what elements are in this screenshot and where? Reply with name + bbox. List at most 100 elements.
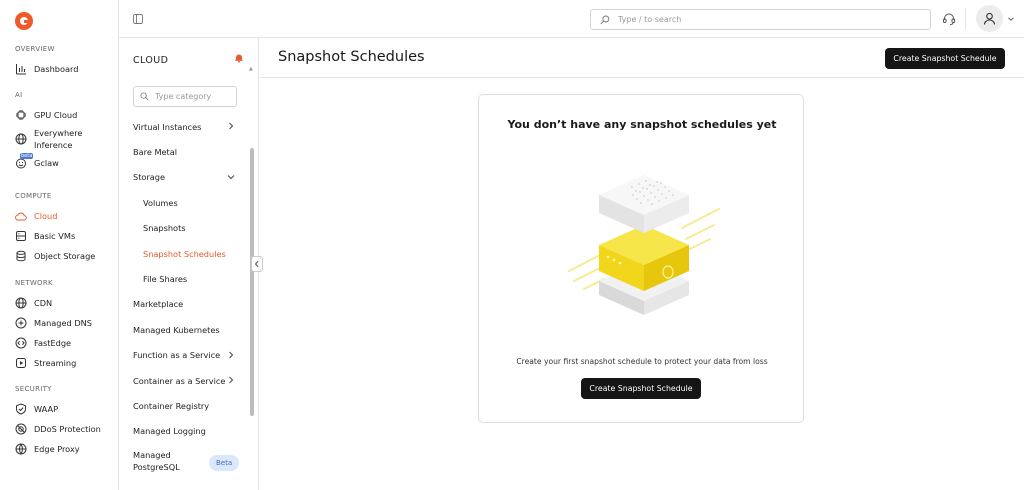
nav-section-security: SECURITY WAAP DDoS Protection Edge Proxy	[0, 384, 118, 459]
smiley-icon: beta	[15, 153, 34, 169]
subnav-item-label: Virtual Instances	[133, 121, 202, 132]
nav-item-label: Streaming	[34, 358, 77, 368]
top-bar	[119, 0, 1024, 38]
dns-icon	[15, 317, 27, 329]
nav-section-title: SECURITY	[15, 385, 52, 393]
nav-item-fastedge[interactable]: FastEdge	[0, 333, 118, 353]
nav-item-managed-dns[interactable]: Managed DNS	[0, 313, 118, 333]
subnav-item-snapshot-schedules[interactable]: Snapshot Schedules	[119, 241, 251, 266]
subnav-item-managed-kubernetes[interactable]: Managed Kubernetes	[119, 317, 251, 342]
chevron-down-icon	[227, 174, 235, 179]
nav-item-ddos-protection[interactable]: DDoS Protection	[0, 419, 118, 439]
nav-item-label: Object Storage	[34, 251, 96, 261]
nav-item-label: GPU Cloud	[34, 110, 78, 120]
subnav-item-function-as-a-service[interactable]: Function as a Service	[119, 343, 251, 368]
chip-icon	[15, 109, 27, 121]
subnav-scrollbar[interactable]	[250, 148, 254, 416]
subnav-item-virtual-instances[interactable]: Virtual Instances	[119, 114, 251, 139]
globe-icon	[15, 297, 27, 309]
create-snapshot-schedule-button[interactable]: Create Snapshot Schedule	[885, 48, 1005, 69]
subnav-item-snapshots[interactable]: Snapshots	[119, 216, 251, 241]
nav-item-gclaw[interactable]: beta Gclaw	[0, 153, 118, 173]
empty-state-title: You don’t have any snapshot schedules ye…	[507, 118, 777, 131]
subnav-item-container-as-a-service[interactable]: Container as a Service	[119, 368, 251, 393]
user-icon	[983, 12, 996, 25]
category-search-input[interactable]	[155, 92, 235, 101]
brand-logo[interactable]	[15, 12, 33, 30]
subnav-item-label: Bare Metal	[133, 147, 178, 158]
subnav-item-storage[interactable]: Storage	[119, 165, 251, 190]
nav-item-object-storage[interactable]: Object Storage	[0, 246, 118, 266]
nav-item-label: Gclaw	[34, 158, 59, 168]
sidebar-toggle-icon[interactable]	[133, 14, 143, 24]
user-avatar[interactable]	[976, 5, 1003, 32]
server-icon	[15, 230, 27, 242]
globe-icon	[15, 133, 27, 145]
nav-item-label: Managed DNS	[34, 318, 92, 328]
nav-item-streaming[interactable]: Streaming	[0, 353, 118, 373]
scroll-up-icon[interactable]: ▲	[249, 66, 255, 72]
nav-item-gpu-cloud[interactable]: GPU Cloud	[0, 105, 118, 125]
subnav-item-label: Snapshot Schedules	[143, 248, 226, 259]
nav-section-title: NETWORK	[15, 279, 53, 287]
subnav-item-label: Snapshots	[143, 223, 186, 234]
chevron-right-icon	[229, 376, 234, 384]
support-headset-icon[interactable]	[942, 12, 956, 26]
nav-section-network: NETWORK CDN Managed DNS FastEdge Streaming	[0, 278, 118, 373]
subnav-item-file-shares[interactable]: File Shares	[119, 266, 251, 291]
nav-section-title: AI	[15, 91, 23, 99]
shield-check-icon	[15, 403, 27, 415]
nav-item-everywhere-inference[interactable]: Everywhere Inference	[0, 125, 118, 153]
nav-item-edge-proxy[interactable]: Edge Proxy	[0, 439, 118, 459]
bell-icon[interactable]	[234, 53, 244, 63]
subnav-item-label: Managed Logging	[133, 426, 206, 437]
subnav-item-container-registry[interactable]: Container Registry	[119, 393, 251, 418]
topbar-divider	[965, 8, 966, 30]
chevron-down-icon[interactable]	[1007, 15, 1015, 23]
subnav-item-label: Marketplace	[133, 299, 184, 310]
nav-item-label: WAAP	[34, 404, 59, 414]
subnav-item-label: Container as a Service	[133, 375, 226, 386]
subnav-item-managed-logging[interactable]: Managed Logging	[119, 419, 251, 444]
subnav-item-volumes[interactable]: Volumes	[119, 190, 251, 215]
database-icon	[15, 250, 27, 262]
global-search-input[interactable]	[618, 15, 918, 24]
search-icon	[140, 92, 149, 101]
nav-item-label: Dashboard	[34, 64, 79, 74]
category-search[interactable]	[133, 86, 237, 107]
nav-item-label: FastEdge	[34, 338, 72, 348]
nav-item-label: Cloud	[34, 211, 58, 221]
nav-item-cloud[interactable]: Cloud	[0, 206, 118, 226]
page-header: Snapshot Schedules Create Snapshot Sched…	[260, 38, 1024, 78]
nav-item-waap[interactable]: WAAP	[0, 399, 118, 419]
nav-item-basic-vms[interactable]: Basic VMs	[0, 226, 118, 246]
chevron-left-icon	[254, 260, 259, 268]
nav-section-ai: AI GPU Cloud Everywhere Inference beta Gclaw	[0, 90, 118, 173]
play-icon	[15, 357, 27, 369]
chevron-right-icon	[229, 122, 234, 130]
empty-state-card: You don’t have any snapshot schedules ye…	[478, 94, 804, 423]
subnav-item-bare-metal[interactable]: Bare Metal	[119, 139, 251, 164]
subnav-item-label: Volumes	[143, 197, 178, 208]
empty-state-description: Create your first snapshot schedule to p…	[516, 357, 768, 366]
nav-item-label: Basic VMs	[34, 231, 76, 241]
create-snapshot-schedule-button[interactable]: Create Snapshot Schedule	[581, 378, 701, 399]
nav-section-title: COMPUTE	[15, 192, 52, 200]
nav-section-title: OVERVIEW	[15, 45, 55, 53]
nav-item-label: Edge Proxy	[34, 444, 80, 454]
subnav-item-managed-postgresql[interactable]: Managed PostgreSQL Beta	[119, 444, 251, 478]
cloud-subnav: CLOUD ▲ Virtual Instances Bare Metal Stora…	[119, 38, 259, 490]
subnav-item-label: Function as a Service	[133, 350, 221, 361]
code-icon	[15, 337, 27, 349]
cloud-icon	[15, 210, 27, 222]
nav-section-compute: COMPUTE Cloud Basic VMs Object Storage	[0, 191, 118, 266]
global-search[interactable]	[590, 9, 931, 30]
nav-item-dashboard[interactable]: Dashboard	[0, 59, 118, 79]
nav-section-overview: OVERVIEW Dashboard	[0, 44, 118, 79]
collapse-subnav-button[interactable]	[251, 256, 263, 272]
main-sidebar: OVERVIEW Dashboard AI GPU Cloud Everywhere I…	[0, 0, 119, 490]
subnav-item-marketplace[interactable]: Marketplace	[119, 292, 251, 317]
subnav-item-label: Container Registry	[133, 400, 210, 411]
subnav-item-label: Managed PostgreSQL	[133, 450, 180, 473]
nav-item-cdn[interactable]: CDN	[0, 293, 118, 313]
